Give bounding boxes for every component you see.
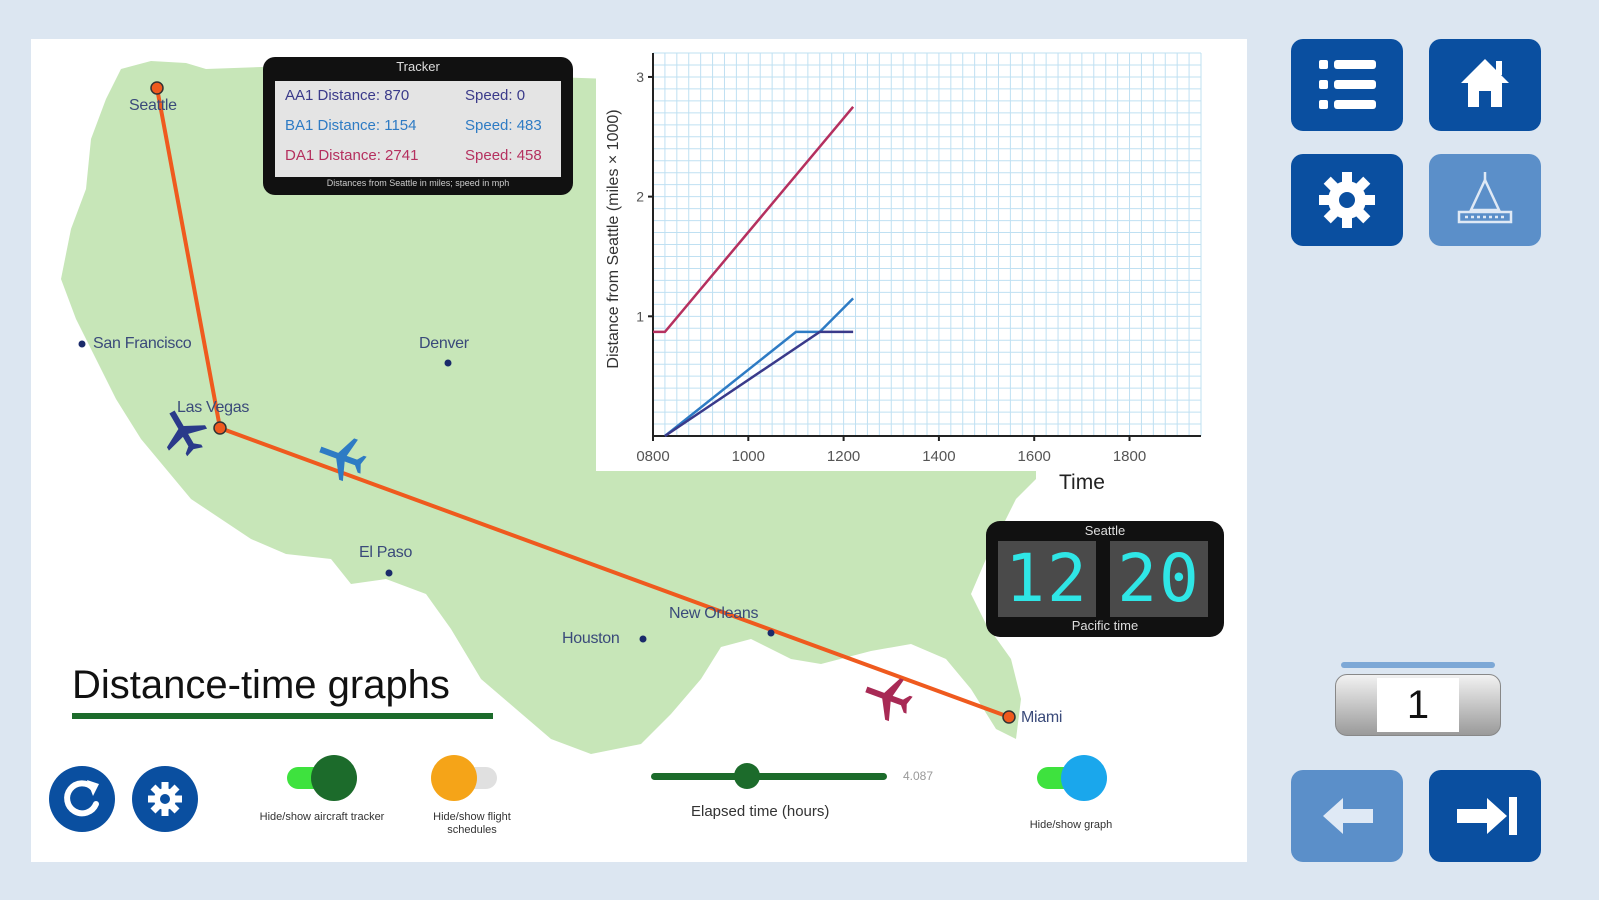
city-label-new-orleans: New Orleans	[669, 605, 759, 622]
city-label-san-francisco: San Francisco	[93, 335, 192, 352]
tracker-distance: AA1 Distance: 870	[285, 87, 410, 104]
aircraft-da1-icon[interactable]	[859, 669, 917, 726]
slider-track	[651, 773, 887, 780]
toggle-knob	[1061, 755, 1107, 801]
graph-series-line	[664, 330, 854, 438]
city-label-miami: Miami	[1021, 709, 1063, 726]
aircraft-tracker: Tracker AA1 Distance: 870 Speed: 0 BA1 D…	[263, 57, 573, 195]
settings-button[interactable]	[1291, 154, 1403, 246]
gear-icon	[1319, 172, 1375, 228]
page-counter-bar	[1341, 662, 1495, 668]
arrow-left-icon	[1323, 798, 1373, 834]
scale-icon	[1457, 172, 1513, 224]
arrow-right-end-icon	[1457, 797, 1517, 835]
seattle-node	[150, 81, 164, 95]
x-tick-label: 1000	[732, 448, 765, 465]
options-button[interactable]	[132, 766, 198, 832]
clock-hours: 12	[998, 541, 1096, 617]
x-tick-label: 1200	[827, 448, 860, 465]
slider-label: Elapsed time (hours)	[691, 803, 830, 820]
toggle-knob	[311, 755, 357, 801]
schedule-toggle[interactable]	[431, 755, 507, 801]
scale-button[interactable]	[1429, 154, 1541, 246]
graph-series	[653, 106, 855, 438]
denver-dot	[444, 359, 452, 367]
tracker-row-ba1: BA1 Distance: 1154 Speed: 483	[285, 117, 542, 134]
tracker-speed: Speed: 483	[465, 117, 542, 134]
elapsed-time-slider[interactable]	[651, 761, 891, 791]
tracker-distance: BA1 Distance: 1154	[285, 117, 417, 134]
tracker-body: AA1 Distance: 870 Speed: 0 BA1 Distance:…	[275, 81, 561, 177]
home-button[interactable]	[1429, 39, 1541, 131]
reset-button[interactable]	[49, 766, 115, 832]
forward-button[interactable]	[1429, 770, 1541, 862]
graph-grid	[652, 52, 1202, 437]
graph-toggle[interactable]	[1031, 755, 1107, 801]
x-tick-label: 1800	[1113, 448, 1146, 465]
clock-minutes: 20	[1110, 541, 1208, 617]
tracker-footnote: Distances from Seattle in miles; speed i…	[326, 178, 510, 188]
las-vegas-node	[213, 421, 227, 435]
gear-icon	[148, 782, 182, 816]
tracker-speed: Speed: 458	[465, 147, 542, 164]
refresh-icon	[64, 780, 99, 817]
miami-node	[1002, 710, 1016, 724]
houston-dot	[639, 635, 647, 643]
y-tick-label: 3	[636, 69, 644, 85]
menu-button[interactable]	[1291, 39, 1403, 131]
list-icon	[1319, 60, 1376, 109]
page-counter[interactable]: 1	[1335, 662, 1501, 742]
graph-series-line	[653, 106, 855, 334]
graph-toggle-label: Hide/show graph	[1029, 819, 1113, 831]
page-number: 1	[1377, 678, 1459, 732]
home-icon	[1461, 59, 1509, 107]
distance-time-graph: 0800 1000 1200 1400 1600 1800 1 2 3 Distance fro…	[596, 39, 1247, 471]
page-title: Distance-time graphs	[72, 663, 450, 707]
y-axis-label: Distance from Seattle (miles × 1000)	[605, 109, 622, 368]
slider-value: 4.087	[903, 769, 934, 783]
tracker-toggle[interactable]	[281, 755, 357, 801]
clock-city: Seattle	[1084, 523, 1126, 538]
slider-knob[interactable]	[733, 763, 760, 789]
schedule-toggle-label: Hide/show flight schedules	[433, 811, 511, 836]
y-tick-label: 1	[636, 308, 644, 324]
tracker-distance: DA1 Distance: 2741	[285, 147, 419, 164]
city-label-denver: Denver	[419, 335, 469, 352]
graph-series-line	[664, 297, 855, 437]
tracker-row-aa1: AA1 Distance: 870 Speed: 0	[285, 87, 525, 104]
el-paso-dot	[385, 569, 393, 577]
title-underline	[72, 713, 493, 719]
tracker-toggle-label: Hide/show aircraft tracker	[259, 811, 385, 823]
x-tick-label: 0800	[636, 448, 669, 465]
city-label-houston: Houston	[562, 630, 620, 647]
city-label-el-paso: El Paso	[359, 544, 413, 561]
san-francisco-dot	[78, 340, 86, 348]
y-tick-label: 2	[636, 189, 644, 205]
digital-clock: Seattle 12 20 Pacific time	[986, 521, 1224, 637]
x-tick-label: 1600	[1018, 448, 1051, 465]
back-button[interactable]	[1291, 770, 1403, 862]
graph-canvas: 0800 1000 1200 1400 1600 1800 1 2 3 Distance fro…	[605, 52, 1202, 465]
x-tick-label: 1400	[922, 448, 955, 465]
tracker-row-da1: DA1 Distance: 2741 Speed: 458	[285, 147, 542, 164]
city-label-seattle: Seattle	[129, 97, 177, 114]
clock-timezone: Pacific time	[1071, 618, 1139, 633]
simulation-stage: Seattle San Francisco Denver Las Vegas E…	[31, 39, 1247, 862]
new-orleans-dot	[767, 629, 775, 637]
toggle-knob	[431, 755, 477, 801]
tracker-speed: Speed: 0	[465, 87, 526, 104]
tracker-title: Tracker	[396, 59, 440, 74]
x-axis-label: Time	[1059, 471, 1105, 494]
city-label-las-vegas: Las Vegas	[177, 399, 250, 416]
